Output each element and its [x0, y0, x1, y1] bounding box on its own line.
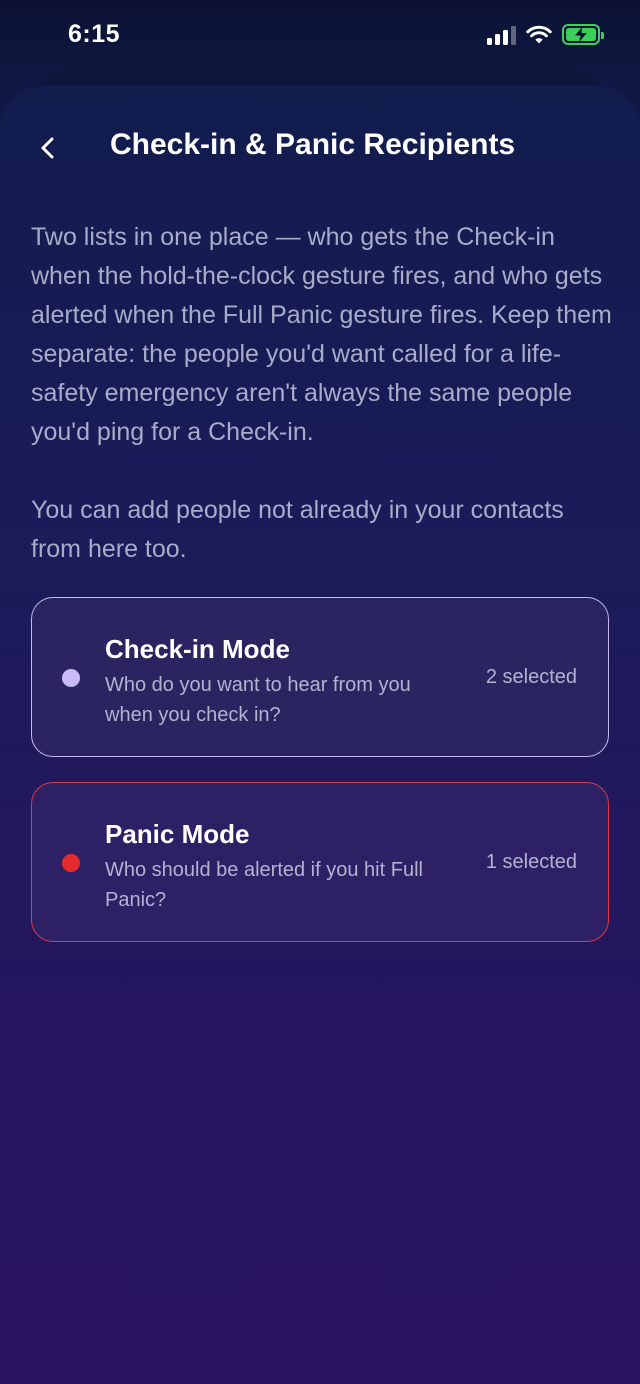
wifi-icon	[526, 25, 552, 43]
nav-header: Check-in & Panic Recipients	[0, 118, 640, 174]
panic-mode-count: 1 selected	[485, 851, 577, 873]
screen: 6:15 Check-in & Panic Recipients Two lis…	[0, 0, 640, 1384]
back-button[interactable]	[26, 126, 70, 170]
check-in-mode-dot-icon	[62, 669, 80, 687]
panic-mode-dot-icon	[62, 854, 80, 872]
panic-mode-title: Panic Mode	[105, 819, 250, 849]
page-title: Check-in & Panic Recipients	[110, 128, 516, 161]
description: Two lists in one place — who gets the Ch…	[31, 218, 616, 569]
panic-mode-card[interactable]: Panic Mode Who should be alerted if you …	[31, 782, 609, 942]
cellular-signal-icon	[487, 25, 516, 45]
chevron-left-icon	[41, 137, 54, 159]
panic-mode-subtitle: Who should be alerted if you hit Full Pa…	[105, 859, 423, 911]
check-in-mode-subtitle: Who do you want to hear from you when yo…	[105, 674, 411, 726]
check-in-mode-title: Check-in Mode	[105, 634, 290, 664]
check-in-mode-count: 2 selected	[485, 666, 577, 688]
status-time: 6:15	[68, 20, 121, 48]
check-in-mode-card[interactable]: Check-in Mode Who do you want to hear fr…	[31, 597, 609, 757]
status-icons	[487, 24, 604, 45]
status-bar: 6:15	[0, 0, 640, 72]
battery-charging-icon	[562, 24, 604, 45]
description-paragraph-2: You can add people not already in your c…	[31, 496, 564, 563]
description-paragraph-1: Two lists in one place — who gets the Ch…	[31, 223, 612, 446]
